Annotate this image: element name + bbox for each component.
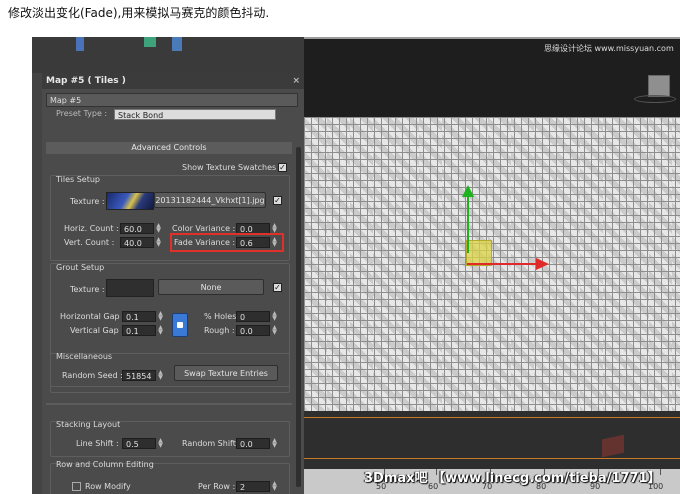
spinner-arrows-icon[interactable]: ▲ ▼ — [157, 370, 164, 381]
horiz-count-label: Horiz. Count : — [64, 224, 119, 233]
y-axis-arrow-icon[interactable] — [462, 185, 474, 197]
map-window: Map #5 ( Tiles ) × Map #5 Preset Type : … — [42, 73, 304, 494]
spinner-arrows-icon[interactable]: ▲ ▼ — [271, 438, 278, 449]
app-screenshot: Map #5 ( Tiles ) × Map #5 Preset Type : … — [32, 37, 680, 494]
horiz-count-spinner[interactable]: 60.0 — [120, 223, 154, 234]
sample-slot[interactable] — [144, 37, 156, 47]
tiles-texture-checkbox[interactable]: ✓ — [273, 196, 282, 205]
map-window-title-text: Map #5 ( Tiles ) — [46, 76, 126, 86]
grout-none-button[interactable]: None — [158, 279, 264, 295]
advanced-controls-rollout[interactable]: Advanced Controls — [46, 142, 292, 154]
row-col-editing-title: Row and Column Editing — [56, 460, 154, 469]
random-shift-label: Random Shift : — [182, 439, 242, 448]
advanced-controls-label: Advanced Controls — [131, 143, 207, 152]
tiles-texture-label: Texture : — [70, 197, 105, 206]
vertical-gap-spinner[interactable]: 0.1 — [122, 325, 156, 336]
vert-count-spinner[interactable]: 40.0 — [120, 237, 154, 248]
spinner-arrows-icon[interactable]: ▲ ▼ — [157, 325, 164, 336]
grout-color-swatch[interactable] — [106, 279, 154, 297]
swap-texture-entries-button[interactable]: Swap Texture Entries — [174, 365, 278, 381]
spinner-arrows-icon[interactable]: ▲ ▼ — [155, 223, 162, 234]
viewport[interactable]: 思缘设计论坛 www.missyuan.com 50 60 70 80 90 1… — [304, 37, 680, 494]
spinner-arrows-icon[interactable]: ▲ ▼ — [157, 311, 164, 322]
x-axis-arrow-icon[interactable] — [536, 258, 549, 270]
lock-icon[interactable] — [172, 313, 188, 337]
spinner-arrows-icon[interactable]: ▲ ▼ — [271, 325, 278, 336]
per-row-spinner[interactable]: 2 — [236, 481, 270, 492]
starry-night-thumbnail[interactable] — [106, 192, 154, 210]
preset-type-dropdown[interactable]: Stack Bond — [114, 109, 276, 120]
per-row-label: Per Row : — [198, 482, 236, 491]
sample-slot[interactable] — [76, 37, 84, 51]
line-shift-label: Line Shift : — [76, 439, 119, 448]
spinner-arrows-icon[interactable]: ▲ ▼ — [155, 237, 162, 248]
color-variance-label: Color Variance : — [172, 224, 236, 233]
show-swatches-checkbox[interactable]: ✓ — [278, 163, 287, 172]
fade-variance-highlight — [170, 233, 284, 252]
map-name-field[interactable]: Map #5 — [46, 93, 298, 107]
rough-spinner[interactable]: 0.0 — [236, 325, 270, 336]
panel-scrollbar[interactable] — [296, 147, 301, 487]
misc-title: Miscellaneous — [56, 352, 113, 361]
article-caption: 修改淡出变化(Fade),用来模拟马赛克的颜色抖动. — [8, 6, 270, 20]
preset-type-label: Preset Type : — [56, 109, 108, 118]
grout-texture-checkbox[interactable]: ✓ — [273, 283, 282, 292]
line-shift-spinner[interactable]: 0.5 — [122, 438, 156, 449]
row-modify-checkbox[interactable] — [72, 482, 81, 491]
spinner-arrows-icon[interactable]: ▲ ▼ — [157, 438, 164, 449]
site-brand-text: 思缘设计论坛 www.missyuan.com — [544, 44, 674, 53]
sample-slot-strip — [32, 37, 304, 73]
material-editor-panel: Map #5 ( Tiles ) × Map #5 Preset Type : … — [32, 37, 304, 494]
vertical-gap-label: Vertical Gap : — [70, 326, 124, 335]
viewport-header: 思缘设计论坛 www.missyuan.com — [304, 37, 680, 117]
rough-label: Rough : — [204, 326, 235, 335]
random-shift-spinner[interactable]: 0.0 — [236, 438, 270, 449]
horizontal-gap-label: Horizontal Gap : — [60, 312, 125, 321]
x-axis-gizmo[interactable] — [467, 263, 539, 265]
sample-slot[interactable] — [172, 37, 182, 51]
random-seed-label: Random Seed : — [62, 371, 123, 380]
spinner-arrows-icon[interactable]: ▲ ▼ — [271, 481, 278, 492]
viewcube-icon[interactable] — [648, 75, 670, 97]
random-seed-spinner[interactable]: 51854 — [122, 370, 156, 381]
rollout-divider — [46, 403, 292, 405]
tiles-texture-button[interactable]: 20131182444_Vkhxt[1].jpg — [154, 192, 266, 208]
vert-count-label: Vert. Count : — [64, 238, 115, 247]
spinner-arrows-icon[interactable]: ▲ ▼ — [271, 311, 278, 322]
grout-texture-label: Texture : — [70, 285, 105, 294]
map-window-title: Map #5 ( Tiles ) × — [42, 73, 304, 89]
viewcube-ring-icon[interactable] — [634, 95, 676, 103]
holes-spinner[interactable]: 0 — [236, 311, 270, 322]
stacking-layout-title: Stacking Layout — [56, 420, 121, 429]
horizontal-gap-spinner[interactable]: 0.1 — [122, 311, 156, 322]
tiles-setup-title: Tiles Setup — [56, 175, 101, 184]
forum-watermark: 3Dmax吧 【www.linecg.com/tieba/1771】 — [364, 471, 661, 486]
grout-setup-title: Grout Setup — [56, 263, 105, 272]
row-modify-label: Row Modify — [85, 482, 131, 491]
show-swatches-label: Show Texture Swatches — [182, 163, 277, 172]
close-icon[interactable]: × — [292, 73, 300, 89]
